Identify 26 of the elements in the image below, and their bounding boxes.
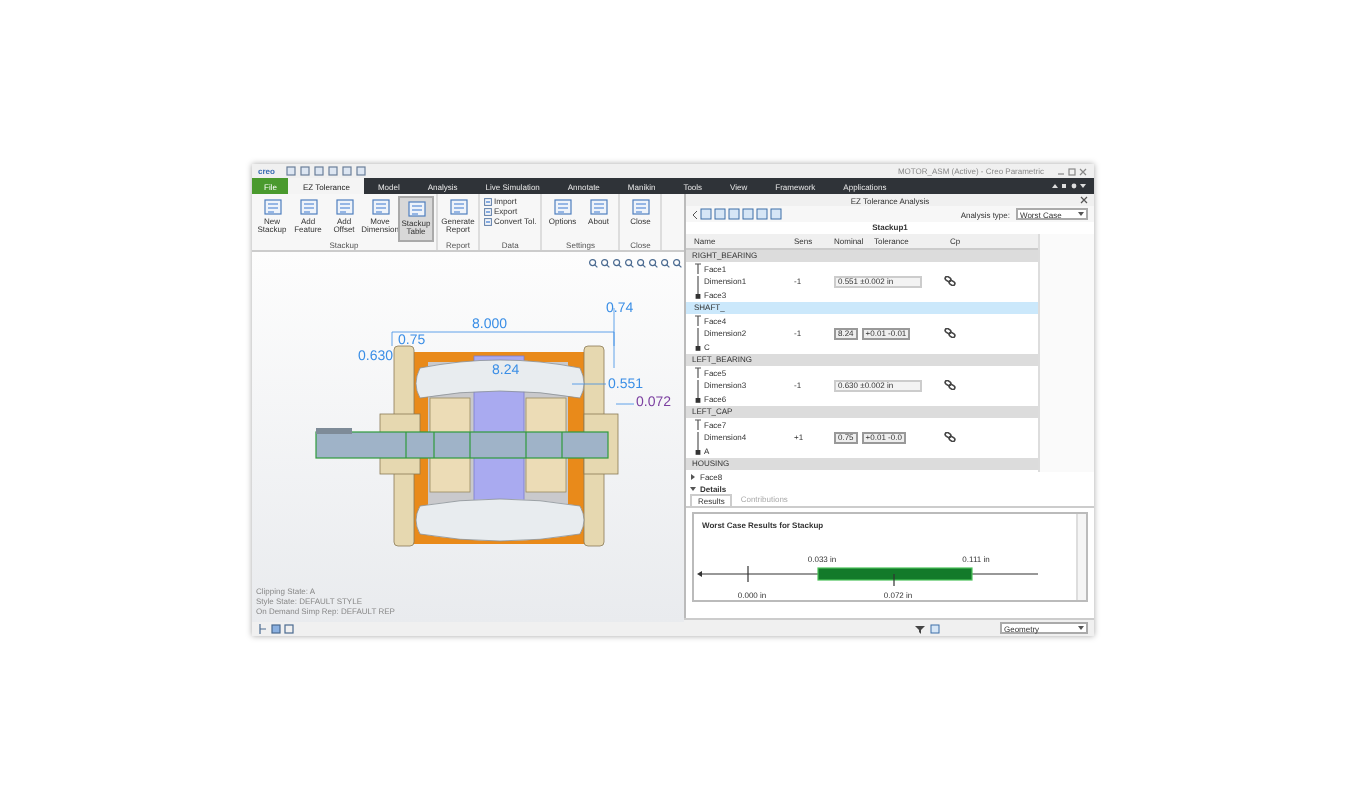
view-tool-icon[interactable] — [648, 258, 658, 269]
caret-icon — [1078, 212, 1084, 216]
view-tool-icon[interactable] — [636, 258, 646, 269]
status-icons[interactable] — [258, 623, 294, 633]
filter-icon[interactable] — [914, 623, 926, 633]
link-icon[interactable] — [944, 380, 956, 391]
scrollbar[interactable] — [1076, 514, 1086, 600]
menubar-controls-icon[interactable] — [1052, 182, 1088, 190]
view-tool-icon[interactable] — [612, 258, 622, 269]
tick-mark — [893, 573, 895, 587]
caret-icon — [1078, 626, 1084, 630]
selection-icon[interactable] — [930, 623, 940, 633]
close-icon[interactable] — [1080, 196, 1088, 204]
table-icon — [407, 200, 425, 218]
tick-mark — [747, 565, 749, 583]
view-tool-icon[interactable] — [660, 258, 670, 269]
view-tool-icon[interactable] — [672, 258, 682, 269]
link-icon[interactable] — [944, 328, 956, 339]
scrollbar[interactable] — [1038, 234, 1094, 472]
expand-arrow-icon[interactable] — [690, 485, 696, 492]
view-tool-icon[interactable] — [588, 258, 598, 269]
link-icon[interactable] — [944, 432, 956, 443]
view-tool-icon[interactable] — [624, 258, 634, 269]
view-tool-icon[interactable] — [600, 258, 610, 269]
link-icon[interactable] — [944, 276, 956, 287]
expand-arrow-icon[interactable] — [690, 474, 696, 481]
